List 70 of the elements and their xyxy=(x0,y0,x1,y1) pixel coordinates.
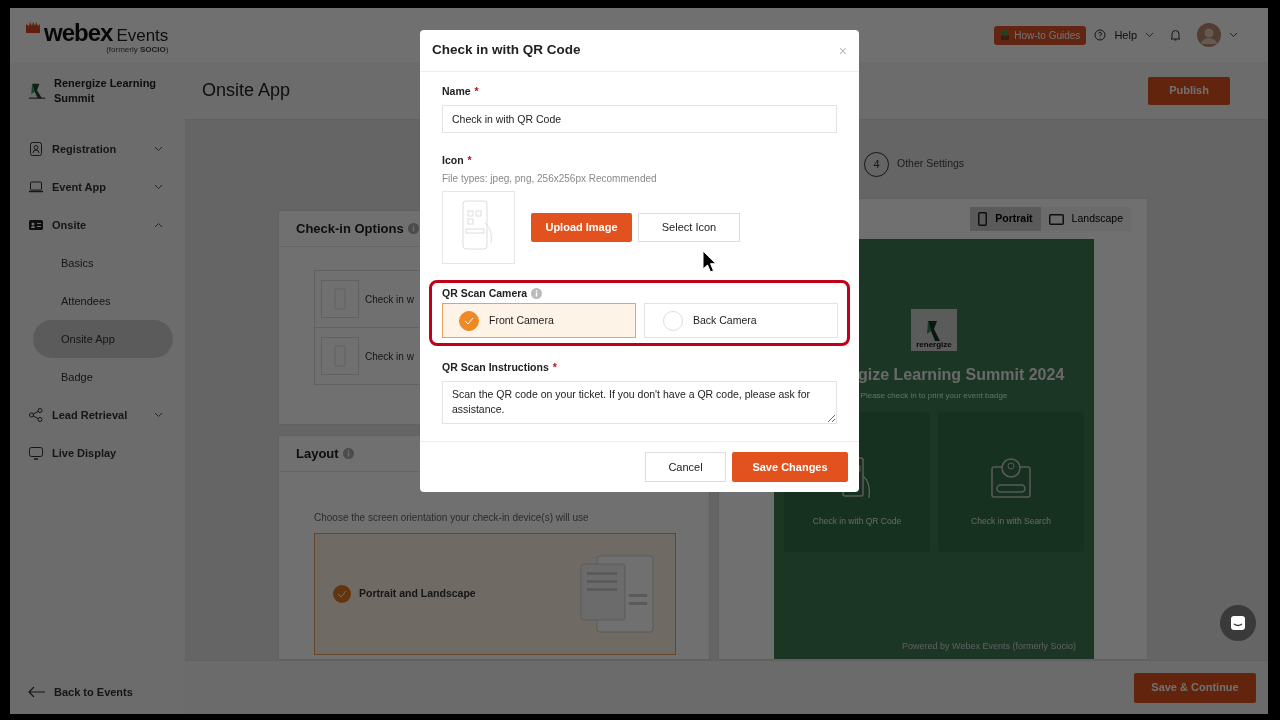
option-label[interactable]: Check in w xyxy=(365,348,414,364)
card-title: Check-in Options xyxy=(296,219,404,238)
nav-subitem[interactable]: Onsite App xyxy=(33,320,173,358)
bell-icon[interactable] xyxy=(1170,29,1181,41)
select-icon-button[interactable]: Select Icon xyxy=(638,212,740,242)
back-link[interactable]: Back to Events xyxy=(54,683,143,700)
camera-option[interactable]: Front Camera xyxy=(442,303,636,339)
badge-search-icon xyxy=(989,455,1033,500)
id-card-icon xyxy=(28,217,44,233)
orientation-toggle[interactable]: Landscape xyxy=(1040,207,1131,231)
step-label[interactable]: Other Settings xyxy=(897,156,965,172)
close-button[interactable]: × xyxy=(838,43,847,58)
check-icon xyxy=(464,316,474,325)
guides-button[interactable]: How-to Guides xyxy=(994,25,1087,45)
monitor-icon xyxy=(28,445,44,461)
plant-icon xyxy=(1000,30,1011,40)
name-input[interactable]: Check in with QR Code xyxy=(442,104,837,133)
chevron-down-icon xyxy=(1145,32,1154,38)
nav-subitem[interactable]: Badge xyxy=(33,358,173,396)
upload-image-button[interactable]: Upload Image xyxy=(531,212,632,242)
required-mark: * xyxy=(474,85,479,97)
logo-note: (formerly SOCIO) xyxy=(105,45,169,54)
field-label: QR Scan Instructions xyxy=(442,361,549,374)
dialog-title: Check in with QR Code xyxy=(432,42,581,59)
publish-button[interactable]: Publish xyxy=(1148,76,1230,105)
preview-title: gize Learning Summit 2024 xyxy=(858,365,1065,385)
help-menu[interactable]: Help xyxy=(1114,26,1137,44)
help-icon[interactable] xyxy=(1094,29,1107,41)
product-name: Events xyxy=(116,26,169,44)
nav-label[interactable]: Live Display xyxy=(52,444,163,462)
nav-subitem[interactable]: Basics xyxy=(33,244,173,282)
laptop-icon xyxy=(28,179,44,195)
chevron-down-icon xyxy=(1229,32,1238,38)
cancel-button[interactable]: Cancel xyxy=(645,452,726,482)
save-continue-button[interactable]: Save & Continue xyxy=(1134,672,1256,703)
tile-label[interactable]: Check in with Search xyxy=(971,515,1051,528)
badge-icon xyxy=(28,141,44,157)
card-title: Layout xyxy=(296,444,339,463)
logo-icon xyxy=(26,20,40,33)
info-icon xyxy=(531,287,543,299)
chat-icon xyxy=(1230,615,1246,631)
share-icon xyxy=(28,407,44,423)
file-type-hint: File types: jpeg, png, 256x256px Recommended xyxy=(442,171,658,186)
nav-subitem[interactable]: Attendees xyxy=(33,282,173,320)
info-icon xyxy=(342,448,354,460)
phone-icon xyxy=(978,212,988,227)
orientation-toggle[interactable]: Portrait xyxy=(970,207,1041,231)
field-label: Name xyxy=(442,85,471,97)
page-title: Onsite App xyxy=(202,79,291,102)
nav-label[interactable]: Registration xyxy=(52,140,146,158)
cursor-icon xyxy=(702,250,718,274)
preview-logo: renergize xyxy=(911,309,957,351)
nav-label[interactable]: Onsite xyxy=(52,216,146,234)
tablet-icon xyxy=(1048,213,1064,225)
camera-option[interactable]: Back Camera xyxy=(644,303,838,339)
layout-hint: Choose the screen orientation your check-in device(s) will use xyxy=(314,511,590,526)
nav-label[interactable]: Event App xyxy=(52,178,146,196)
instructions-input[interactable]: Scan the QR code on your ticket. If you don't have a QR code, please ask for assistance. xyxy=(442,381,837,424)
required-mark: * xyxy=(467,153,472,166)
brand-name: webex xyxy=(44,20,113,45)
arrow-left-icon xyxy=(28,685,46,698)
choice-label[interactable]: Portrait and Landscape xyxy=(359,586,571,602)
field-label: Icon xyxy=(442,153,464,166)
nav-label[interactable]: Lead Retrieval xyxy=(52,406,146,424)
field-label: QR Scan Camera xyxy=(442,285,528,301)
avatar-icon[interactable] xyxy=(1197,23,1221,47)
save-changes-button[interactable]: Save Changes xyxy=(732,452,848,482)
option-label[interactable]: Check in w xyxy=(365,291,414,307)
event-name: Renergize Learning Summit xyxy=(54,76,158,106)
required-mark: * xyxy=(552,361,557,374)
